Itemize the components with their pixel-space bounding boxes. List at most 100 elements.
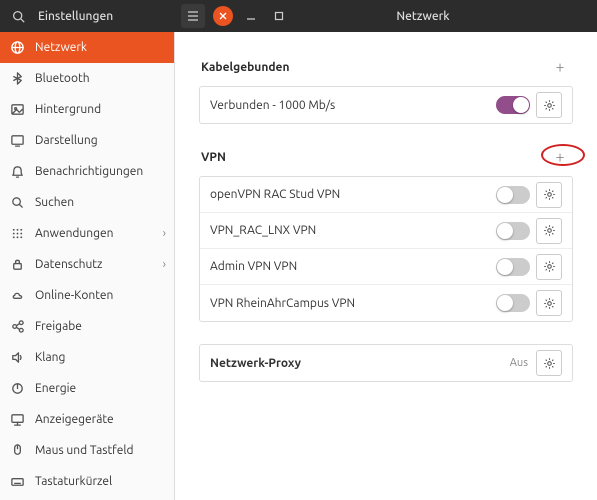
lock-icon: [10, 257, 25, 272]
bell-icon-wrap: [10, 164, 25, 179]
sidebar-item-label: Datenschutz: [35, 258, 103, 271]
sidebar-item-netzwerk[interactable]: Netzwerk: [0, 32, 174, 63]
titlebar: Einstellungen Netzwerk: [0, 0, 597, 32]
wired-title: Kabelgebunden: [201, 61, 289, 74]
sidebar-item-bluetooth[interactable]: Bluetooth: [0, 63, 174, 94]
search-icon: [10, 195, 25, 210]
sidebar-item-anzeigegeräte[interactable]: Anzeigegeräte: [0, 404, 174, 435]
sidebar-item-label: Hintergrund: [35, 103, 101, 116]
power-icon-wrap: [10, 381, 25, 396]
sidebar-item-tastaturkürzel[interactable]: Tastaturkürzel: [0, 466, 174, 497]
gear-icon: [543, 224, 556, 237]
sidebar-item-label: Maus und Tastfeld: [35, 444, 134, 457]
share-icon-wrap: [10, 319, 25, 334]
mouse-icon-wrap: [10, 443, 25, 458]
display-icon: [10, 412, 25, 427]
settings-button[interactable]: [536, 182, 562, 208]
appearance-icon-wrap: [10, 133, 25, 148]
toggle-switch[interactable]: [496, 294, 530, 312]
row-status: Aus: [510, 357, 528, 369]
minimize-button[interactable]: [241, 6, 261, 26]
keyboard-icon-wrap: [10, 474, 25, 489]
chevron-right-icon: ›: [163, 258, 166, 271]
sidebar-item-suchen[interactable]: Suchen: [0, 187, 174, 218]
toggle-switch[interactable]: [496, 96, 530, 114]
sidebar-item-label: Suchen: [35, 196, 74, 209]
menu-button[interactable]: [181, 4, 205, 28]
sidebar-item-anwendungen[interactable]: Anwendungen ›: [0, 218, 174, 249]
share-icon: [10, 319, 25, 334]
close-button[interactable]: [213, 6, 233, 26]
content-pane: Kabelgebunden + Verbunden - 1000 Mb/s VPN + o…: [175, 32, 597, 500]
proxy-panel: Netzwerk-ProxyAus: [199, 344, 573, 382]
row-label: Verbunden - 1000 Mb/s: [210, 99, 496, 112]
sidebar-item-label: Online-Konten: [35, 289, 113, 302]
settings-button[interactable]: [536, 218, 562, 244]
vpn-section: VPN+openVPN RAC Stud VPNVPN_RAC_LNX VPNA…: [199, 146, 573, 322]
vpn-row: VPN_RAC_LNX VPN: [200, 213, 572, 249]
sidebar-item-darstellung[interactable]: Darstellung: [0, 125, 174, 156]
sidebar-item-benachrichtigungen[interactable]: Benachrichtigungen: [0, 156, 174, 187]
vpn-row: openVPN RAC Stud VPN: [200, 177, 572, 213]
sound-icon-wrap: [10, 350, 25, 365]
chevron-right-icon: ›: [163, 227, 166, 240]
cloud-icon-wrap: [10, 288, 25, 303]
vpn-title: VPN: [201, 151, 226, 164]
sidebar-item-label: Darstellung: [35, 134, 98, 147]
grid-icon-wrap: [10, 226, 25, 241]
toggle-switch[interactable]: [496, 222, 530, 240]
wired-add-button[interactable]: +: [549, 56, 571, 78]
sound-icon: [10, 350, 25, 365]
maximize-button[interactable]: [269, 6, 289, 26]
vpn-row: VPN RheinAhrCampus VPN: [200, 285, 572, 321]
close-icon: [219, 12, 227, 20]
sidebar: Netzwerk Bluetooth Hintergrund Darstellung B…: [0, 32, 175, 500]
sidebar-item-label: Tastaturkürzel: [35, 475, 112, 488]
gear-icon: [543, 188, 556, 201]
sidebar-item-energie[interactable]: Energie: [0, 373, 174, 404]
settings-button[interactable]: [536, 350, 562, 376]
sidebar-item-label: Energie: [35, 382, 76, 395]
app-name: Einstellungen: [32, 10, 175, 23]
sidebar-item-datenschutz[interactable]: Datenschutz ›: [0, 249, 174, 280]
proxy-row: Netzwerk-ProxyAus: [200, 345, 572, 381]
sidebar-item-label: Anwendungen: [35, 227, 114, 240]
sidebar-item-label: Freigabe: [35, 320, 82, 333]
toggle-switch[interactable]: [496, 186, 530, 204]
sidebar-item-maus-und-tastfeld[interactable]: Maus und Tastfeld: [0, 435, 174, 466]
bluetooth-icon: [10, 71, 25, 86]
settings-button[interactable]: [536, 290, 562, 316]
sidebar-item-label: Netzwerk: [35, 41, 87, 54]
lock-icon-wrap: [10, 257, 25, 272]
vpn-add-button[interactable]: +: [549, 146, 571, 168]
settings-button[interactable]: [536, 92, 562, 118]
search-button[interactable]: [4, 2, 32, 30]
bell-icon: [10, 164, 25, 179]
keyboard-icon: [10, 474, 25, 489]
maximize-icon: [274, 11, 284, 21]
settings-button[interactable]: [536, 254, 562, 280]
sidebar-item-online-konten[interactable]: Online-Konten: [0, 280, 174, 311]
mouse-icon: [10, 443, 25, 458]
wired-header: Kabelgebunden +: [199, 56, 573, 78]
power-icon: [10, 381, 25, 396]
gear-icon: [543, 297, 556, 310]
gear-icon: [543, 99, 556, 112]
background-icon: [10, 102, 25, 117]
sidebar-item-label: Anzeigegeräte: [35, 413, 114, 426]
sidebar-item-hintergrund[interactable]: Hintergrund: [0, 94, 174, 125]
hamburger-icon: [187, 11, 199, 21]
vpn-header: VPN +: [199, 146, 573, 168]
globe-icon-wrap: [10, 40, 25, 55]
toggle-switch[interactable]: [496, 258, 530, 276]
row-label: VPN_RAC_LNX VPN: [210, 224, 496, 237]
appearance-icon: [10, 133, 25, 148]
grid-icon: [10, 226, 25, 241]
window-controls: [175, 4, 289, 28]
proxy-section: Netzwerk-ProxyAus: [199, 344, 573, 382]
background-icon-wrap: [10, 102, 25, 117]
sidebar-item-klang[interactable]: Klang: [0, 342, 174, 373]
sidebar-item-freigabe[interactable]: Freigabe: [0, 311, 174, 342]
globe-icon: [10, 40, 25, 55]
display-icon-wrap: [10, 412, 25, 427]
